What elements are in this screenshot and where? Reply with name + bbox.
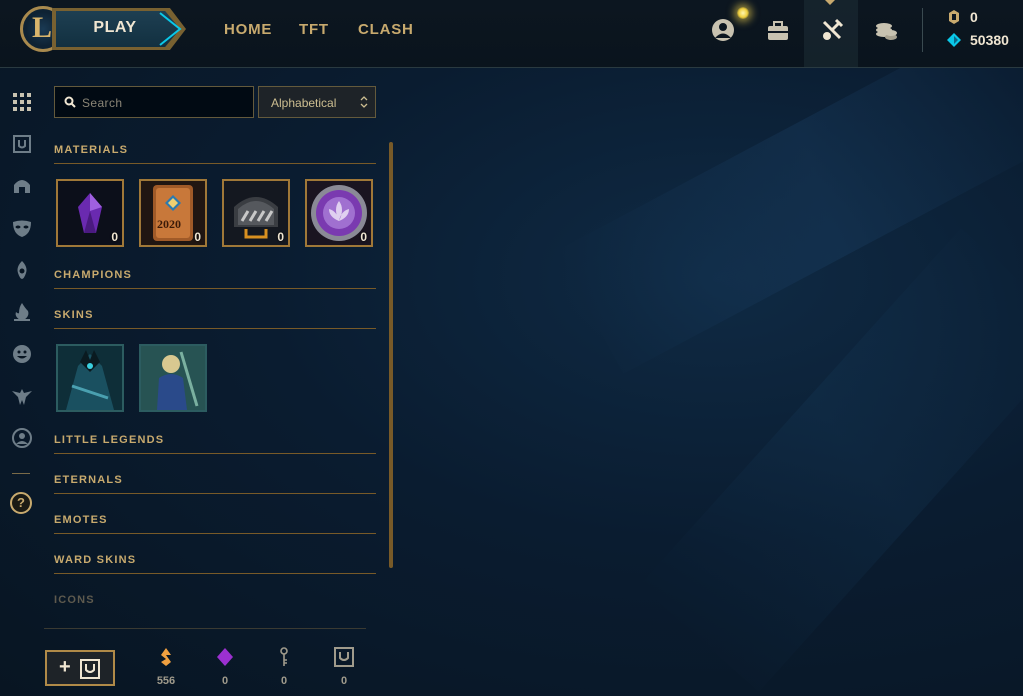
chest-icon [80,659,100,679]
skin-1-art [58,346,122,410]
material-count: 0 [360,230,367,244]
blue-essence-icon [947,33,961,47]
top-bar: L PLAY HOME TFT CLASH 0 50380 [0,0,1023,68]
essence-value: 556 [156,675,176,687]
sort-selected-value: Alphabetical [271,96,337,110]
crest-icon[interactable] [11,385,33,407]
plus-label: + [59,656,71,678]
orange-essence[interactable]: 556 [146,646,186,687]
nav-home[interactable]: HOME [224,21,272,38]
search-icon [64,96,76,108]
rp-balance[interactable]: 0 [946,8,978,26]
material-tile-purple-gem[interactable]: 0 [56,179,124,247]
section-skins[interactable]: SKINS [54,307,376,329]
pass-card-year: 2020 [157,217,181,231]
loot-icon[interactable] [818,16,846,44]
sort-dropdown[interactable]: Alphabetical [258,86,376,118]
logo-letter: L [32,11,53,44]
chests-count[interactable]: 0 [324,646,364,687]
section-title: MATERIALS [54,144,129,156]
craft-key-button[interactable]: + [45,650,115,686]
section-title: LITTLE LEGENDS [54,434,165,446]
notification-dot [737,7,749,19]
material-count: 0 [277,230,284,244]
section-title: WARD SKINS [54,554,137,566]
essence-value: 0 [221,675,229,687]
collection-icon[interactable] [764,16,792,44]
section-little-legends[interactable]: LITTLE LEGENDS [54,432,376,454]
nav-clash[interactable]: CLASH [358,21,414,38]
help-icon[interactable]: ? [10,492,32,514]
skin-tile[interactable] [56,344,124,412]
play-label: PLAY [93,19,137,36]
essence-value: 0 [340,675,348,687]
section-title: CHAMPIONS [54,269,133,281]
section-title: ICONS [54,594,95,606]
skin-2-art [141,346,205,410]
key-fragments[interactable]: 0 [264,646,304,687]
store-icon[interactable] [872,16,900,44]
section-materials[interactable]: MATERIALS [54,142,376,164]
search-box [54,86,254,118]
rail-divider [12,473,30,474]
section-title: EMOTES [54,514,108,526]
material-count: 0 [111,230,118,244]
search-input[interactable] [82,94,247,112]
inventory-scrollbar[interactable] [389,142,393,568]
profile-icon[interactable] [709,16,737,44]
fire-icon[interactable] [11,301,33,323]
section-champions[interactable]: CHAMPIONS [54,267,376,289]
section-eternals[interactable]: ETERNALS [54,472,376,494]
material-count: 0 [194,230,201,244]
rp-value: 0 [970,9,978,25]
ward-icon[interactable] [11,259,33,281]
nav-tft[interactable]: TFT [299,21,329,38]
section-ward-skins[interactable]: WARD SKINS [54,552,376,574]
mask-icon[interactable] [11,217,33,239]
material-tile-lotus-orb[interactable]: 0 [305,179,373,247]
bottom-divider [44,628,366,629]
top-divider [922,8,923,52]
section-title: SKINS [54,309,94,321]
chest-icon [334,647,354,667]
background-streak [639,228,1023,692]
essence-value: 0 [280,675,288,687]
orange-essence-icon [161,648,171,666]
skin-tile[interactable] [139,344,207,412]
key-icon [280,647,288,666]
material-tile-2020-pass[interactable]: 2020 0 [139,179,207,247]
active-tab-indicator [825,0,835,5]
blue-essence-balance[interactable]: 50380 [946,31,1009,49]
emote-icon[interactable] [11,343,33,365]
section-emotes[interactable]: EMOTES [54,512,376,534]
gemstone-icon [217,648,233,666]
blue-essence-value: 50380 [970,32,1009,48]
section-icons[interactable]: ICONS [54,592,376,614]
sort-arrows-icon [360,96,368,108]
helmet-icon[interactable] [11,175,33,197]
category-rail: ? [0,69,44,696]
section-title: ETERNALS [54,474,123,486]
chest-icon[interactable] [11,133,33,155]
all-grid-icon[interactable] [11,91,33,113]
gemstones[interactable]: 0 [205,646,245,687]
profile-circle-icon[interactable] [11,427,33,449]
rp-icon [949,10,959,24]
material-tile-hextech-chest[interactable]: 0 [222,179,290,247]
